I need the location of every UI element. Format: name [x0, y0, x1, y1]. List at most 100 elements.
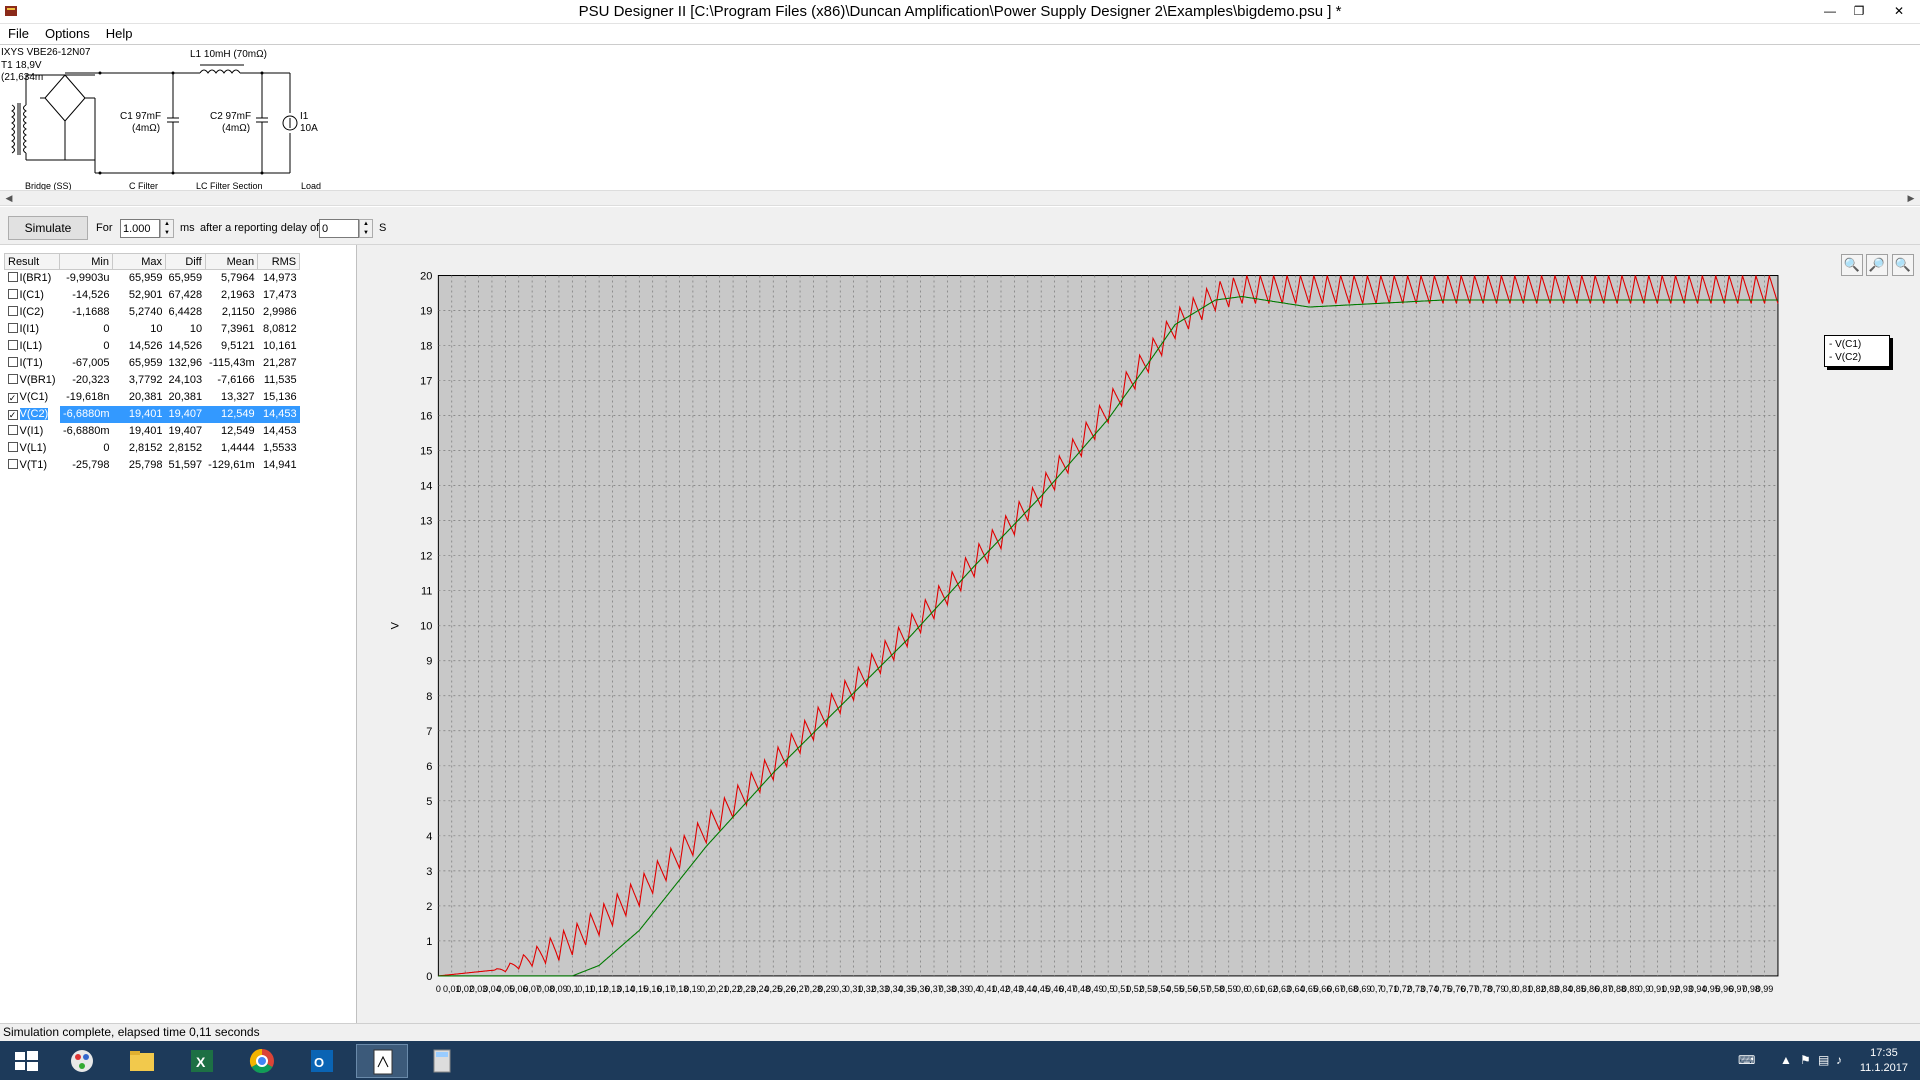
result-row[interactable]: ✓ V(C1) -19,618n 20,381 20,381 13,327 15,136 — [5, 389, 300, 406]
minimize-icon[interactable]: — — [1816, 0, 1844, 22]
result-mean-cell: 2,1963 — [220, 289, 255, 301]
chart-legend: - V(C1) - V(C2) — [1824, 335, 1890, 367]
result-min-cell: -14,526 — [72, 289, 110, 301]
result-min-cell: -9,9903u — [66, 272, 110, 285]
windows-start-icon[interactable] — [0, 1044, 52, 1078]
result-name: V(L1) — [19, 442, 47, 454]
result-row[interactable]: I(BR1) -9,9903u 65,959 65,959 5,7964 14,973 — [5, 270, 300, 287]
result-checkbox[interactable]: ✓ — [7, 393, 18, 403]
result-max-cell: 52,901 — [128, 289, 163, 301]
simulate-button[interactable]: Simulate — [8, 216, 88, 240]
close-icon[interactable]: ✕ — [1878, 0, 1920, 22]
chrome-icon[interactable] — [236, 1044, 288, 1078]
result-name-cell[interactable]: I(C1) — [5, 287, 60, 304]
result-row[interactable]: ✓ V(C2) -6,6880m 19,401 19,407 12,549 14,453 — [4, 405, 300, 423]
result-name: I(T1) — [19, 357, 43, 369]
menu-options[interactable]: Options — [37, 24, 98, 44]
y-tick-label: 13 — [420, 516, 432, 528]
result-checkbox[interactable] — [7, 425, 18, 435]
result-row[interactable]: V(I1) -6,6880m 19,401 19,407 12,549 14,453 — [5, 423, 300, 440]
result-rms-cell: 8,0812 — [262, 323, 297, 335]
result-rms-cell: 17,473 — [262, 289, 297, 301]
result-checkbox[interactable] — [7, 459, 18, 469]
result-name-cell[interactable]: V(L1) — [5, 440, 60, 457]
result-max-cell: 2,8152 — [128, 442, 163, 454]
delay-spinner[interactable]: ▲ ▼ — [359, 219, 373, 238]
scroll-right-icon[interactable]: ▶ — [1903, 191, 1919, 205]
status-text: Simulation complete, elapsed time 0,11 s… — [3, 1025, 260, 1039]
keyboard-icon[interactable]: ⌨ — [1738, 1053, 1755, 1067]
delay-input[interactable] — [320, 220, 358, 237]
restore-icon[interactable]: ❐ — [1845, 0, 1873, 22]
excel-icon[interactable]: X — [176, 1044, 228, 1078]
clock[interactable]: 17:35 11.1.2017 — [1860, 1046, 1908, 1076]
schematic-drawing — [11, 64, 298, 175]
result-name-cell[interactable]: V(I1) — [5, 423, 60, 440]
result-row[interactable]: I(C1) -14,526 52,901 67,428 2,1963 17,473 — [5, 287, 300, 304]
delay-input-box — [319, 219, 359, 238]
header-min[interactable]: Min — [59, 253, 113, 270]
result-row[interactable]: V(L1) 0 2,8152 2,8152 1,4444 1,5533 — [5, 440, 300, 457]
result-row[interactable]: V(BR1) -20,323 3,7792 24,103 -7,6166 11,535 — [5, 372, 300, 389]
y-tick-label: 0 — [426, 971, 432, 983]
result-row[interactable]: I(I1) 0 10 10 7,3961 8,0812 — [5, 321, 300, 338]
result-name-cell[interactable]: ✓ V(C1) — [5, 389, 60, 406]
header-diff[interactable]: Diff — [165, 253, 206, 270]
network-icon[interactable]: ▤ — [1818, 1053, 1829, 1067]
file-explorer-icon[interactable] — [116, 1044, 168, 1078]
header-mean[interactable]: Mean — [204, 253, 259, 270]
result-checkbox[interactable] — [7, 323, 18, 333]
result-checkbox[interactable] — [7, 289, 18, 299]
zoom-in-icon[interactable]: 🔍 — [1841, 254, 1863, 276]
result-name-cell[interactable]: V(T1) — [5, 457, 60, 474]
result-checkbox[interactable]: ✓ — [7, 410, 18, 420]
calculator-icon[interactable] — [416, 1044, 468, 1078]
results-header-row: Result Min Max Diff Mean RMS — [4, 253, 301, 270]
duration-input[interactable] — [121, 220, 159, 237]
header-result[interactable]: Result — [4, 253, 60, 270]
result-name-cell[interactable]: I(L1) — [5, 338, 60, 355]
result-row[interactable]: I(T1) -67,005 65,959 132,96 -115,43m 21,287 — [5, 355, 300, 372]
result-checkbox[interactable] — [7, 374, 18, 384]
result-checkbox[interactable] — [7, 442, 18, 452]
result-max-cell: 19,401 — [112, 405, 166, 423]
result-diff-cell: 67,428 — [168, 289, 203, 301]
result-name-cell[interactable]: ✓ V(C2) — [4, 405, 60, 423]
result-name-cell[interactable]: V(BR1) — [5, 372, 60, 389]
tray-expand-icon[interactable]: ▲ — [1780, 1053, 1792, 1067]
result-row[interactable]: I(L1) 0 14,526 14,526 9,5121 10,161 — [5, 338, 300, 355]
header-rms[interactable]: RMS — [257, 253, 301, 270]
flag-icon[interactable]: ⚑ — [1800, 1053, 1811, 1067]
zoom-reset-icon[interactable]: 🔍 — [1892, 254, 1914, 276]
result-row[interactable]: V(T1) -25,798 25,798 51,597 -129,61m 14,941 — [5, 457, 300, 474]
result-diff-cell: 19,407 — [165, 405, 206, 423]
result-rms-cell: 15,136 — [262, 391, 297, 403]
menu-file[interactable]: File — [0, 24, 37, 44]
result-name-cell[interactable]: I(BR1) — [5, 270, 60, 287]
result-checkbox[interactable] — [7, 306, 18, 316]
chart-svg[interactable]: 012345678910111213141516171819200 0,010,0… — [357, 245, 1920, 1023]
result-diff-cell: 10 — [189, 323, 203, 335]
result-mean-cell: 9,5121 — [220, 340, 255, 352]
result-name-cell[interactable]: I(I1) — [5, 321, 60, 338]
result-checkbox[interactable] — [7, 272, 18, 283]
result-row[interactable]: I(C2) -1,1688 5,2740 6,4428 2,1150 2,9986 — [5, 304, 300, 321]
result-name-cell[interactable]: I(C2) — [5, 304, 60, 321]
duration-spinner[interactable]: ▲ ▼ — [160, 219, 174, 238]
result-checkbox[interactable] — [7, 357, 18, 367]
volume-icon[interactable]: ♪ — [1836, 1053, 1842, 1067]
result-min-cell: 0 — [103, 323, 110, 335]
zoom-out-icon[interactable]: 🔎 — [1866, 254, 1888, 276]
results-panel: Result Min Max Diff Mean RMS I(BR1) -9,9903u 65… — [0, 245, 357, 1023]
result-checkbox[interactable] — [7, 340, 18, 350]
schematic-scrollbar[interactable]: ◀ ▶ — [0, 190, 1920, 206]
y-tick-label: 19 — [420, 306, 432, 318]
menu-help[interactable]: Help — [98, 24, 141, 44]
schematic-canvas[interactable]: IXYS VBE26-12N07 T1 18,9V (21,634m L1 10… — [0, 44, 1920, 191]
psu-designer-icon[interactable] — [356, 1044, 408, 1078]
scroll-left-icon[interactable]: ◀ — [1, 191, 17, 205]
header-max[interactable]: Max — [112, 253, 166, 270]
paint-icon[interactable] — [56, 1044, 108, 1078]
outlook-icon[interactable]: O — [296, 1044, 348, 1078]
result-name-cell[interactable]: I(T1) — [5, 355, 60, 372]
